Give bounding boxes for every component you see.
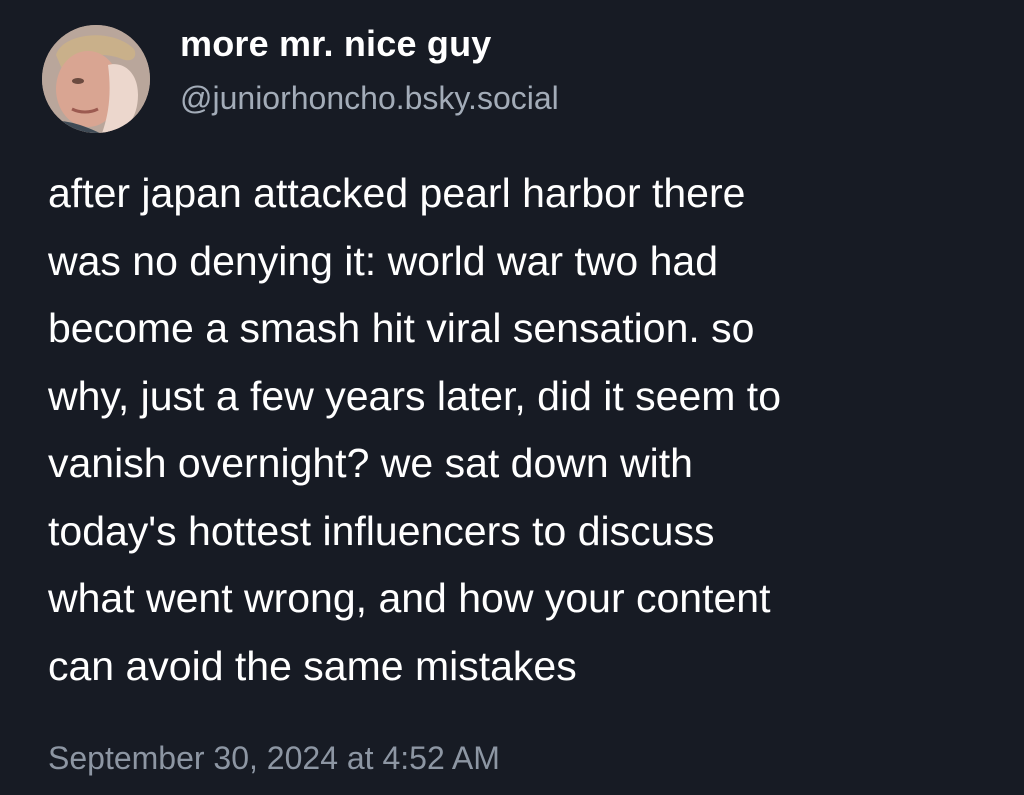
avatar-photo-icon (42, 25, 150, 133)
post-text-line: vanish overnight? we sat down with (48, 440, 693, 486)
post-text-line: what went wrong, and how your content (48, 575, 771, 621)
post-body: after japan attacked pearl harbor there … (48, 160, 998, 700)
author-handle[interactable]: @juniorhoncho.bsky.social (180, 80, 559, 117)
post-text-line: can avoid the same mistakes (48, 642, 577, 689)
avatar[interactable] (42, 25, 150, 133)
post-card: more mr. nice guy @juniorhoncho.bsky.soc… (0, 0, 1024, 795)
post-text-line: why, just a few years later, did it seem… (48, 372, 781, 419)
post-text-line: after japan attacked pearl harbor there (48, 170, 746, 216)
post-text-line: was no denying it: world war two had (48, 237, 719, 284)
post-timestamp: September 30, 2024 at 4:52 AM (48, 740, 500, 776)
post-text-line: become a smash hit viral sensation. so (48, 305, 755, 351)
post-text-line: today's hottest influencers to discuss (48, 507, 715, 554)
author-display-name[interactable]: more mr. nice guy (180, 23, 492, 65)
